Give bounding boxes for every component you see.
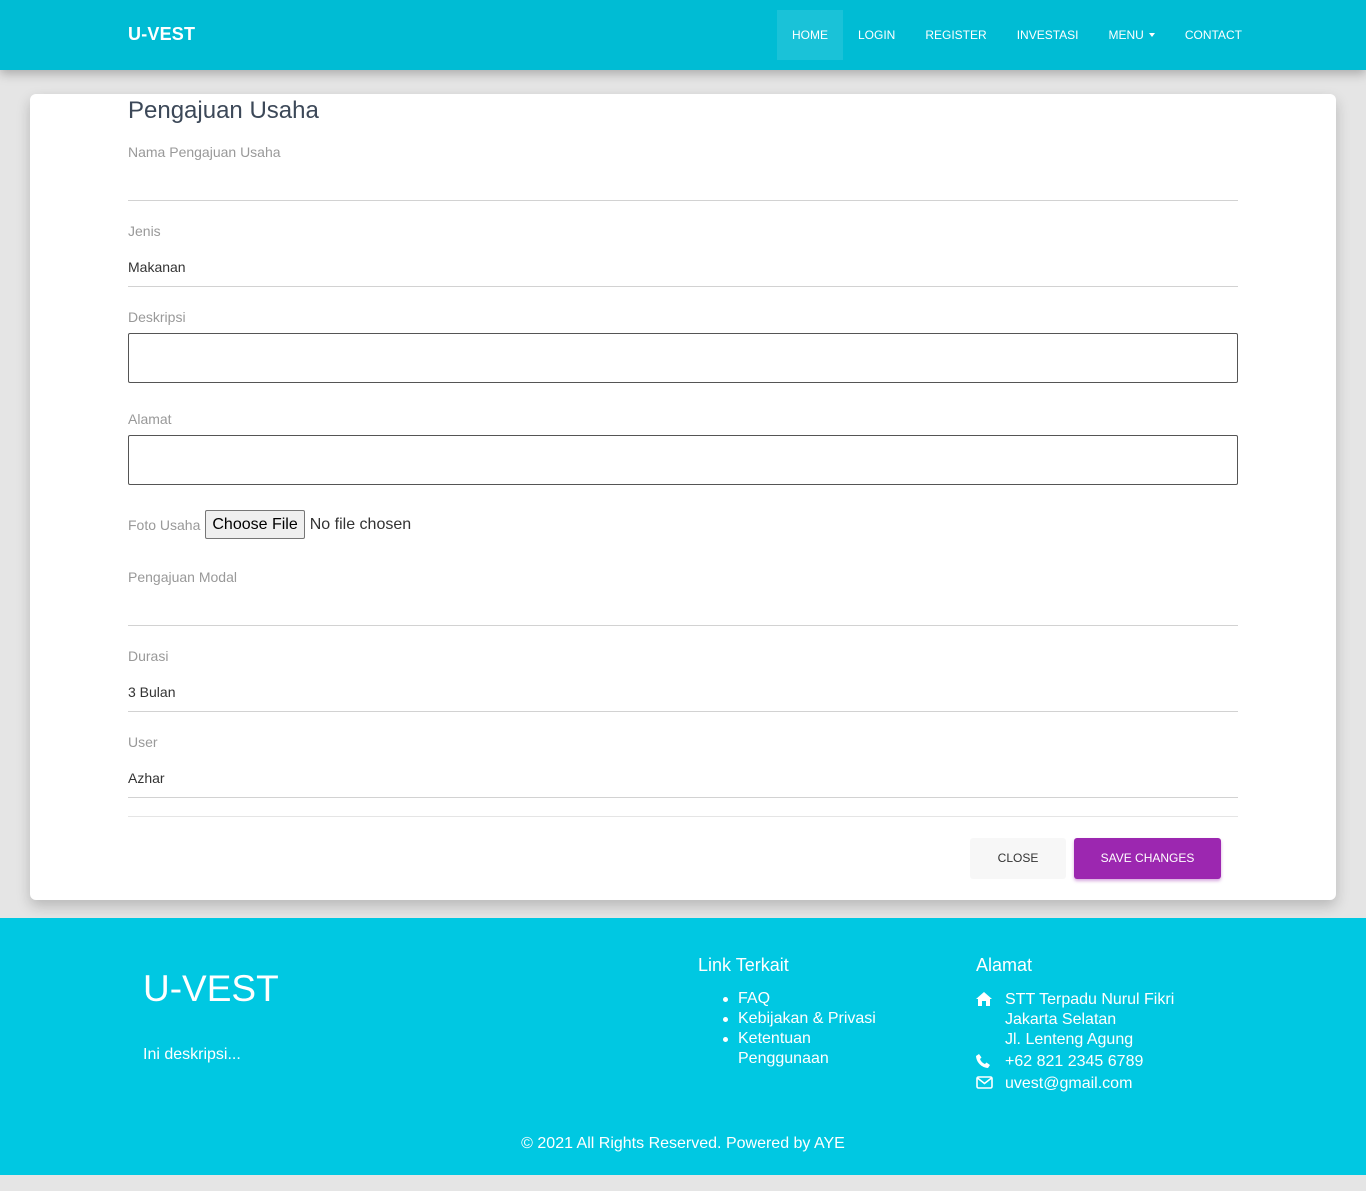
jenis-select[interactable]: Makanan — [128, 259, 1238, 275]
nav-menu: Home Login Register Investasi Menu Conta… — [777, 10, 1257, 60]
nama-label: Nama Pengajuan Usaha — [128, 144, 281, 160]
user-underline — [128, 797, 1238, 798]
footer-brand: U-VEST — [143, 968, 279, 1009]
link-faq[interactable]: FAQ — [723, 989, 876, 1009]
copyright: © 2021 All Rights Reserved. Powered by A… — [521, 1135, 845, 1152]
user-select[interactable]: Azhar — [128, 770, 1238, 786]
modal-input[interactable] — [128, 593, 1238, 623]
deskripsi-textarea[interactable] — [128, 333, 1238, 383]
nama-input[interactable] — [128, 168, 1238, 198]
choose-file-button[interactable]: Choose File — [205, 510, 305, 539]
alamat-label: Alamat — [128, 411, 172, 427]
nav-register[interactable]: Register — [910, 10, 1001, 60]
caret-down-icon — [1148, 32, 1155, 37]
foto-label: Foto Usaha — [128, 516, 201, 533]
link-ketentuan[interactable]: Ketentuan Penggunaan — [723, 1029, 876, 1069]
close-button[interactable]: Close — [970, 838, 1066, 879]
form-card: Pengajuan Usaha Nama Pengajuan Usaha Jen… — [30, 94, 1336, 900]
foto-upload: Foto Usaha Choose File No file chosen — [128, 510, 411, 539]
link-ketentuan-line1: Ketentuan — [738, 1030, 811, 1047]
nav-menu-label: Menu — [1108, 28, 1144, 42]
deskripsi-label: Deskripsi — [128, 309, 186, 325]
footer-description: Ini deskripsi... — [143, 1046, 241, 1063]
durasi-label: Durasi — [128, 648, 169, 664]
email-row: uvest@gmail.com — [976, 1074, 1174, 1094]
link-ketentuan-line2: Penggunaan — [738, 1050, 829, 1067]
footer-divider — [128, 816, 1238, 817]
nama-underline — [128, 200, 1238, 201]
modal-label: Pengajuan Modal — [128, 569, 237, 585]
links-title: Link Terkait — [698, 955, 789, 975]
durasi-underline — [128, 711, 1238, 712]
navbar-brand[interactable]: U-VEST — [128, 24, 195, 45]
file-status: No file chosen — [309, 515, 412, 533]
footer-address: STT Terpadu Nurul Fikri Jakarta Selatan … — [976, 990, 1174, 1094]
durasi-select[interactable]: 3 Bulan — [128, 684, 1238, 700]
jenis-underline — [128, 286, 1238, 287]
nav-contact[interactable]: Contact — [1170, 10, 1257, 60]
navbar: U-VEST Home Login Register Investasi Men… — [0, 0, 1366, 70]
nav-menu-dropdown[interactable]: Menu — [1093, 10, 1169, 60]
footer-links: FAQ Kebijakan & Privasi Ketentuan Penggun… — [723, 989, 876, 1069]
home-icon — [976, 990, 1005, 1050]
jenis-label: Jenis — [128, 223, 161, 239]
alamat-textarea[interactable] — [128, 435, 1238, 485]
form-title: Pengajuan Usaha — [128, 97, 319, 124]
modal-underline — [128, 625, 1238, 626]
nav-home[interactable]: Home — [777, 10, 843, 60]
phone-icon — [976, 1052, 1005, 1072]
email-text[interactable]: uvest@gmail.com — [1005, 1074, 1132, 1094]
link-kebijakan[interactable]: Kebijakan & Privasi — [723, 1009, 876, 1029]
nav-login[interactable]: Login — [843, 10, 910, 60]
address-line-2: Jakarta Selatan — [1005, 1011, 1117, 1028]
address-text: STT Terpadu Nurul Fikri Jakarta Selatan … — [1005, 990, 1174, 1050]
address-title: Alamat — [976, 955, 1033, 975]
user-label: User — [128, 734, 158, 750]
envelope-icon — [976, 1074, 1005, 1094]
phone-row: +62 821 2345 6789 — [976, 1052, 1174, 1072]
site-footer: U-VEST Ini deskripsi... Link Terkait FAQ… — [0, 918, 1366, 1175]
address-row: STT Terpadu Nurul Fikri Jakarta Selatan … — [976, 990, 1174, 1050]
phone-text: +62 821 2345 6789 — [1005, 1053, 1144, 1070]
nav-investasi[interactable]: Investasi — [1002, 10, 1094, 60]
address-line-1: STT Terpadu Nurul Fikri — [1005, 991, 1175, 1008]
address-line-3: Jl. Lenteng Agung — [1005, 1031, 1134, 1048]
save-changes-button[interactable]: Save changes — [1074, 838, 1221, 879]
